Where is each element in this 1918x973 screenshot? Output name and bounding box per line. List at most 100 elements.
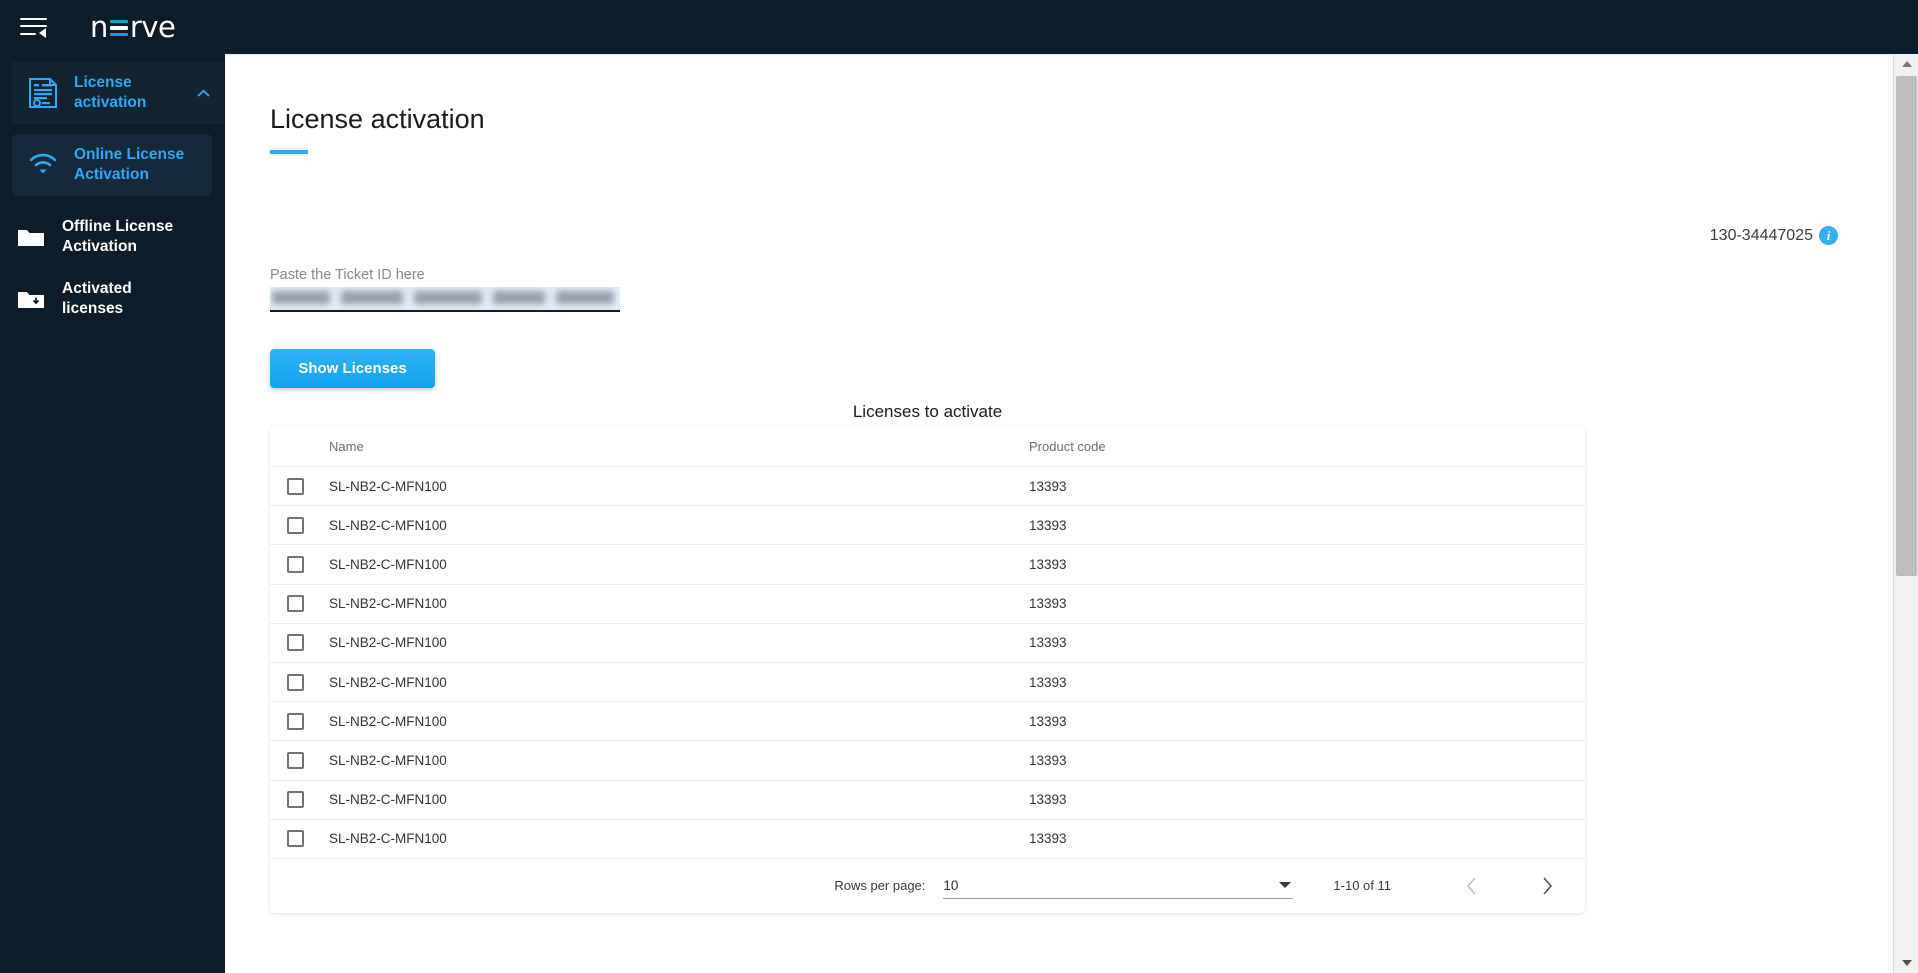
row-checkbox[interactable] — [287, 634, 304, 652]
menu-collapse-icon[interactable] — [16, 12, 52, 42]
cell-product-code: 13393 — [1029, 517, 1067, 533]
wifi-icon — [12, 153, 74, 177]
column-header-product-code: Product code — [1029, 438, 1106, 454]
triangle-up-icon — [1901, 61, 1912, 67]
page-title: License activation — [270, 104, 485, 134]
info-icon[interactable]: i — [1819, 226, 1838, 245]
cell-product-code: 13393 — [1029, 556, 1067, 572]
cell-product-code: 13393 — [1029, 635, 1067, 651]
row-checkbox-cell[interactable] — [287, 477, 329, 495]
chevron-down-icon — [1279, 882, 1292, 889]
row-checkbox-cell[interactable] — [287, 595, 329, 613]
folder-download-icon — [0, 288, 62, 310]
sidebar-item-label: Activated licenses — [62, 280, 132, 317]
row-checkbox[interactable] — [287, 516, 304, 534]
row-checkbox[interactable] — [287, 791, 304, 809]
logo-text-post: rve — [129, 10, 176, 44]
row-checkbox[interactable] — [287, 712, 304, 730]
table-row[interactable]: SL-NB2-C-MFN100 13393 — [270, 741, 1585, 781]
logo-e-icon — [109, 18, 128, 38]
previous-page-button[interactable] — [1453, 868, 1489, 904]
logo-text-pre: n — [90, 10, 108, 44]
row-checkbox[interactable] — [287, 673, 304, 691]
rows-per-page-select[interactable]: 10 — [943, 873, 1294, 899]
title-accent-underline — [270, 150, 308, 154]
table-header-row: Name Product code — [270, 426, 1585, 467]
main-content: License activation 130-34447025 i Paste … — [225, 54, 1893, 973]
menu-bar-1 — [20, 18, 47, 20]
redacted-ticket-value — [272, 291, 614, 304]
sidebar-item-online-license-activation[interactable]: Online License Activation — [12, 134, 212, 196]
table-row[interactable]: SL-NB2-C-MFN100 13393 — [270, 781, 1585, 820]
sidebar-item-label: License activation — [74, 74, 147, 111]
sidebar-item-activated-licenses[interactable]: Activated licenses — [0, 268, 225, 330]
folder-icon — [0, 226, 62, 248]
table-pagination: Rows per page: 10 1-10 of 11 — [270, 859, 1585, 913]
cell-product-code: 13393 — [1029, 596, 1067, 612]
sidebar-item-offline-license-activation[interactable]: Offline License Activation — [0, 206, 225, 268]
cell-name: SL-NB2-C-MFN100 — [329, 713, 447, 729]
row-checkbox-cell[interactable] — [287, 712, 329, 730]
column-header-name: Name — [329, 438, 364, 454]
scroll-down-button[interactable] — [1894, 953, 1918, 973]
rows-per-page-value: 10 — [943, 877, 959, 893]
page-scrollbar[interactable] — [1893, 54, 1918, 973]
cell-name: SL-NB2-C-MFN100 — [329, 752, 447, 768]
table-body: SL-NB2-C-MFN100 13393 SL-NB2-C-MFN100 13393… — [270, 467, 1585, 859]
content-top-shadow — [225, 54, 1893, 56]
table-caption: Licenses to activate — [852, 402, 1003, 421]
sidebar-item-label: Offline License Activation — [62, 218, 174, 255]
table-row[interactable]: SL-NB2-C-MFN100 13393 — [270, 585, 1585, 624]
table-row[interactable]: SL-NB2-C-MFN100 13393 — [270, 467, 1585, 507]
row-checkbox[interactable] — [287, 830, 304, 848]
row-checkbox[interactable] — [287, 595, 304, 613]
cell-product-code: 13393 — [1029, 792, 1067, 808]
table-row[interactable]: SL-NB2-C-MFN100 13393 — [270, 702, 1585, 742]
ticket-id-input[interactable] — [270, 287, 620, 312]
scrollbar-thumb[interactable] — [1896, 76, 1917, 576]
row-checkbox[interactable] — [287, 555, 304, 573]
show-licenses-button[interactable]: Show Licenses — [270, 349, 435, 388]
row-checkbox-cell[interactable] — [287, 516, 329, 534]
table-row[interactable]: SL-NB2-C-MFN100 13393 — [270, 506, 1585, 546]
ticket-id-label: Paste the Ticket ID here — [270, 267, 425, 283]
table-row[interactable]: SL-NB2-C-MFN100 13393 — [270, 663, 1585, 703]
table-row[interactable]: SL-NB2-C-MFN100 13393 — [270, 624, 1585, 663]
pagination-range-label: 1-10 of 11 — [1333, 878, 1391, 894]
licenses-table: Name Product code SL-NB2-C-MFN100 13393 SL… — [270, 426, 1585, 913]
table-row[interactable]: SL-NB2-C-MFN100 13393 — [270, 820, 1585, 859]
chevron-right-icon — [1542, 877, 1552, 895]
cell-product-code: 13393 — [1029, 713, 1067, 729]
rows-per-page-label: Rows per page: — [834, 878, 926, 894]
sidebar: License activation Online License Activa… — [0, 54, 225, 973]
scroll-up-button[interactable] — [1894, 54, 1918, 74]
cell-product-code: 13393 — [1029, 752, 1067, 768]
cell-product-code: 13393 — [1029, 478, 1067, 494]
serial-number-row: 130-34447025 i — [1710, 226, 1838, 245]
document-certificate-icon — [12, 77, 74, 109]
row-checkbox-cell[interactable] — [287, 791, 329, 809]
cell-name: SL-NB2-C-MFN100 — [329, 596, 447, 612]
row-checkbox-cell[interactable] — [287, 751, 329, 769]
sidebar-item-license-activation[interactable]: License activation — [12, 62, 224, 124]
row-checkbox-cell[interactable] — [287, 634, 329, 652]
cell-name: SL-NB2-C-MFN100 — [329, 635, 447, 651]
cell-name: SL-NB2-C-MFN100 — [329, 556, 447, 572]
next-page-button[interactable] — [1529, 868, 1565, 904]
row-checkbox-cell[interactable] — [287, 673, 329, 691]
table-row[interactable]: SL-NB2-C-MFN100 13393 — [270, 545, 1585, 585]
row-checkbox[interactable] — [287, 477, 304, 495]
chevron-up-icon[interactable] — [197, 89, 210, 100]
cell-name: SL-NB2-C-MFN100 — [329, 478, 447, 494]
cell-product-code: 13393 — [1029, 674, 1067, 690]
cell-product-code: 13393 — [1029, 831, 1067, 847]
row-checkbox[interactable] — [287, 751, 304, 769]
triangle-down-icon — [1901, 960, 1912, 966]
cell-name: SL-NB2-C-MFN100 — [329, 517, 447, 533]
serial-number-value: 130-34447025 — [1709, 226, 1813, 244]
cell-name: SL-NB2-C-MFN100 — [329, 792, 447, 808]
row-checkbox-cell[interactable] — [287, 555, 329, 573]
row-checkbox-cell[interactable] — [287, 830, 329, 848]
nerve-logo: n rve — [90, 10, 176, 44]
menu-bar-2 — [20, 25, 47, 27]
